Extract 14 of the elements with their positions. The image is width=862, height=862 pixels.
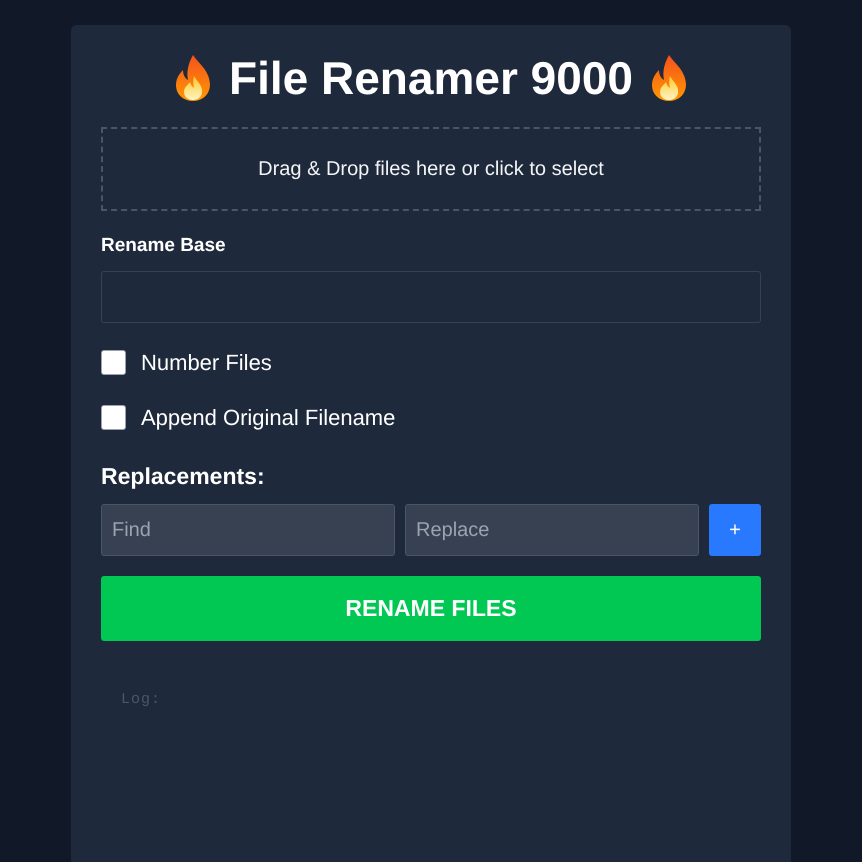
find-field[interactable]: Find bbox=[101, 504, 395, 556]
app-title: File Renamer 9000 bbox=[228, 51, 633, 106]
section-heading: Replacements: bbox=[101, 463, 266, 490]
drop-zone[interactable]: Drag & Drop files here or click to select bbox=[101, 127, 761, 211]
add-button[interactable]: + bbox=[709, 504, 761, 556]
checkbox-label: Append Original Filename bbox=[141, 404, 396, 430]
replace-field[interactable]: Replace bbox=[405, 504, 699, 556]
checkbox[interactable] bbox=[101, 405, 126, 430]
checkbox-label: Number Files bbox=[141, 350, 272, 376]
field-label: Rename Base bbox=[101, 235, 227, 257]
rename-button[interactable]: RENAME FILES bbox=[101, 576, 761, 641]
fire-icon bbox=[649, 54, 689, 102]
checkbox[interactable] bbox=[101, 350, 126, 375]
rename-base-field[interactable] bbox=[101, 271, 761, 323]
